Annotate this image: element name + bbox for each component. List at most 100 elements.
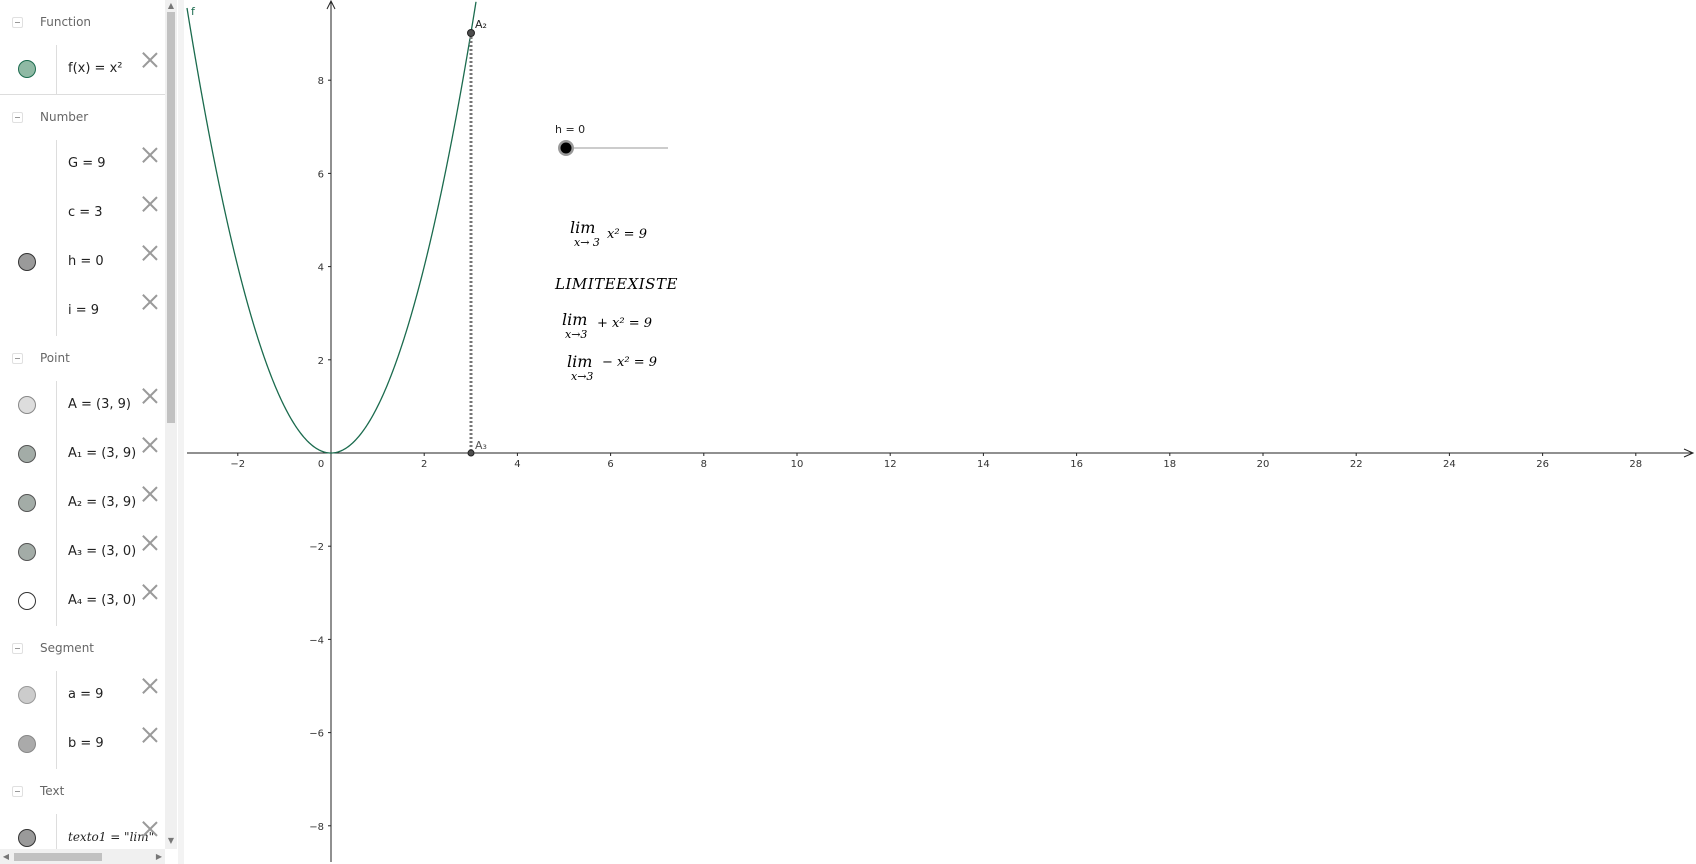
algebra-item-A3[interactable]: A₃ = (3, 0) [0,528,165,578]
y-tick-label: −2 [309,542,324,553]
y-tick-label: −6 [309,729,324,740]
algebra-item-A[interactable]: A = (3, 9) [0,381,165,431]
category-number[interactable]: Number [0,95,165,141]
delete-icon[interactable] [141,146,159,164]
text-limit-left[interactable]: lim x→3 − x² = 9 [567,352,657,383]
visibility-toggle-icon[interactable] [18,735,36,753]
algebra-formula: a = 9 [68,687,104,702]
algebra-item-f[interactable]: f(x) = x² [0,45,165,95]
delete-icon[interactable] [141,195,159,213]
visibility-toggle-icon[interactable] [18,829,36,847]
scroll-up-icon[interactable]: ▲ [165,0,177,12]
scroll-right-icon[interactable]: ▶ [153,849,165,864]
x-tick-label: 6 [607,459,613,470]
collapse-toggle-icon[interactable] [12,17,23,28]
algebra-item-b[interactable]: b = 9 [0,720,165,770]
scroll-down-icon[interactable]: ▼ [165,835,177,847]
x-tick-label: 28 [1629,459,1642,470]
visibility-toggle-icon[interactable] [18,543,36,561]
x-tick-labels: −2 0 2 4 6 8 10 12 14 16 18 20 22 24 26 28 [230,453,1642,470]
category-label: Segment [40,641,94,655]
category-point[interactable]: Point [0,336,165,382]
y-tick-label: 8 [318,76,324,87]
x-tick-label: 26 [1536,459,1549,470]
delete-icon[interactable] [141,387,159,405]
algebra-item-c[interactable]: c = 3 [0,189,165,239]
lim-subscript: x→ 3 [574,236,600,249]
lim-expression: x² = 9 [607,227,647,242]
visibility-toggle-icon[interactable] [18,396,36,414]
text-limit-1[interactable]: lim x→ 3 x² = 9 [570,218,647,249]
delete-icon[interactable] [141,583,159,601]
algebra-item-A4[interactable]: A₄ = (3, 0) [0,577,165,627]
visibility-toggle-icon[interactable] [18,60,36,78]
horizontal-scrollbar[interactable]: ◀ ▶ [0,849,165,864]
vertical-scrollbar[interactable]: ▲ ▼ [165,0,177,849]
algebra-formula: i = 9 [68,303,100,318]
x-tick-label: 4 [514,459,520,470]
category-segment[interactable]: Segment [0,626,165,672]
x-tick-label: 12 [884,459,897,470]
delete-icon[interactable] [141,485,159,503]
collapse-toggle-icon[interactable] [12,353,23,364]
algebra-item-A1[interactable]: A₁ = (3, 9) [0,430,165,480]
algebra-item-G[interactable]: G = 9 [0,140,165,190]
function-label: f [191,5,196,18]
text-limit-exists[interactable]: LIMITEEXISTE [554,275,678,293]
visibility-toggle-icon[interactable] [18,494,36,512]
delete-icon[interactable] [141,436,159,454]
collapse-toggle-icon[interactable] [12,643,23,654]
lim-word: lim [570,218,595,237]
category-label: Number [40,110,89,124]
visibility-toggle-icon[interactable] [18,686,36,704]
delete-icon[interactable] [141,677,159,695]
y-tick-label: 4 [318,263,324,274]
algebra-formula: h = 0 [68,254,104,269]
y-tick-label: −8 [309,822,324,833]
x-tick-label: 20 [1257,459,1270,470]
scroll-left-icon[interactable]: ◀ [0,849,12,864]
algebra-formula: A₂ = (3, 9) [68,495,137,510]
point-A2[interactable] [467,29,475,37]
delete-icon[interactable] [141,293,159,311]
algebra-formula: G = 9 [68,156,106,171]
collapse-toggle-icon[interactable] [12,786,23,797]
y-tick-label: 6 [318,169,324,180]
lim-expression: + x² = 9 [597,316,652,331]
y-tick-label: −4 [309,635,324,646]
category-function[interactable]: Function [0,0,165,46]
point-label-A2: A₂ [475,18,487,31]
visibility-toggle-icon[interactable] [18,445,36,463]
delete-icon[interactable] [141,534,159,552]
x-tick-label: 2 [421,459,427,470]
algebra-formula: A₃ = (3, 0) [68,544,137,559]
scrollbar-thumb[interactable] [14,853,102,861]
visibility-toggle-icon[interactable] [18,253,36,271]
x-tick-label: −2 [230,459,245,470]
text-limit-right[interactable]: lim x→3 + x² = 9 [562,310,652,341]
algebra-item-i[interactable]: i = 9 [0,287,165,337]
lim-subscript: x→3 [565,328,587,341]
algebra-item-a[interactable]: a = 9 [0,671,165,721]
point-A3[interactable] [467,449,475,457]
algebra-formula: f(x) = x² [68,61,123,76]
delete-icon[interactable] [141,51,159,69]
visibility-toggle-icon[interactable] [18,592,36,610]
scrollbar-thumb[interactable] [167,12,175,423]
y-tick-labels: 8 6 4 2 −2 −4 −6 −8 [309,76,331,833]
algebra-item-A2[interactable]: A₂ = (3, 9) [0,479,165,529]
algebra-formula: A₄ = (3, 0) [68,593,137,608]
lim-word: lim [567,352,592,371]
collapse-toggle-icon[interactable] [12,112,23,123]
delete-icon[interactable] [141,244,159,262]
category-text[interactable]: Text [0,769,165,815]
graphics-view[interactable]: −2 0 2 4 6 8 10 12 14 16 18 20 22 24 26 28 8642−2−4−6−8… [184,0,1696,864]
delete-icon[interactable] [141,726,159,744]
point-label-A3: A₃ [475,439,487,452]
algebra-formula: A₁ = (3, 9) [68,446,137,461]
algebra-view: Function f(x) = x² Number G = 9 c = 3 h … [0,0,178,864]
slider-handle[interactable] [560,142,572,154]
algebra-item-h[interactable]: h = 0 [0,238,165,288]
delete-icon[interactable] [141,820,159,838]
lim-expression: − x² = 9 [602,355,657,370]
